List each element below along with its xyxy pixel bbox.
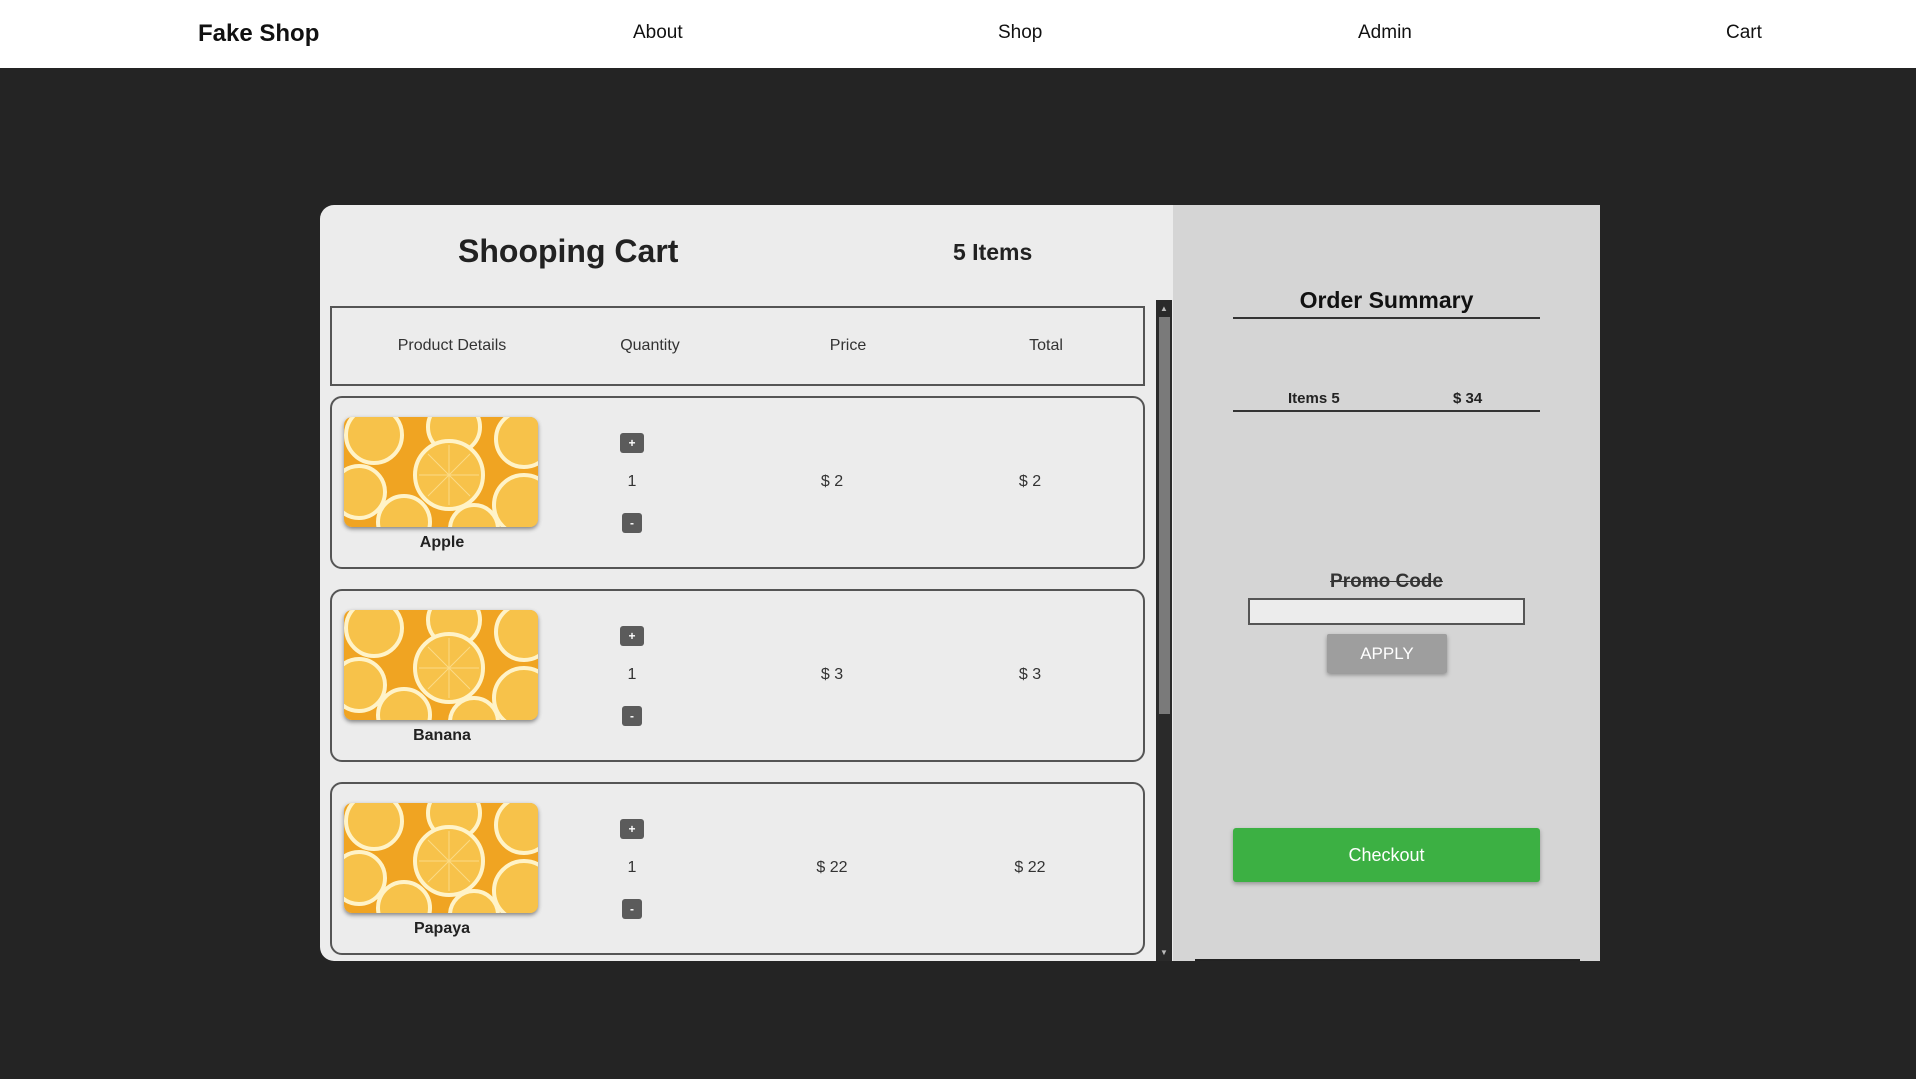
cart-row-papaya: Papaya + 1 - $ 22 $ 22 <box>330 782 1145 955</box>
summary-items-count: Items 5 <box>1288 390 1340 407</box>
item-price: $ 22 <box>816 859 848 876</box>
scroll-up-arrow-icon[interactable]: ▲ <box>1156 302 1172 316</box>
column-header-quantity: Quantity <box>620 337 680 354</box>
promo-code-input[interactable] <box>1248 598 1525 625</box>
column-header-product-details: Product Details <box>397 337 507 354</box>
divider <box>1195 959 1580 961</box>
scrollbar-thumb[interactable] <box>1159 317 1170 714</box>
decrease-quantity-button[interactable]: - <box>622 899 642 919</box>
divider <box>1233 317 1540 319</box>
product-name: Banana <box>413 727 471 744</box>
decrease-quantity-button[interactable]: - <box>622 706 642 726</box>
increase-quantity-button[interactable]: + <box>620 626 644 646</box>
increase-quantity-button[interactable]: + <box>620 433 644 453</box>
orange-slices-image <box>344 417 538 527</box>
quantity-value: 1 <box>627 859 637 876</box>
increase-quantity-button[interactable]: + <box>620 819 644 839</box>
cart-item-count: 5 Items <box>953 239 1033 265</box>
promo-code-label: Promo Code <box>1330 571 1443 592</box>
nav-link-admin[interactable]: Admin <box>1358 22 1412 44</box>
column-header-price: Price <box>829 337 867 354</box>
cart-row-banana: Banana + 1 - $ 3 $ 3 <box>330 589 1145 762</box>
scroll-down-arrow-icon[interactable]: ▼ <box>1156 946 1172 960</box>
shopping-cart-panel: Shooping Cart 5 Items Product Details Qu… <box>320 205 1173 961</box>
quantity-value: 1 <box>627 473 637 490</box>
cart-table-header: Product Details Quantity Price Total <box>330 306 1145 386</box>
checkout-button[interactable]: Checkout <box>1233 828 1540 882</box>
item-price: $ 2 <box>820 473 844 490</box>
column-header-total: Total <box>1029 337 1063 354</box>
product-name: Apple <box>419 534 465 551</box>
nav-link-cart[interactable]: Cart <box>1726 22 1762 44</box>
item-total: $ 2 <box>1018 473 1042 490</box>
apply-promo-button[interactable]: APPLY <box>1327 634 1447 673</box>
orange-slices-image <box>344 610 538 720</box>
summary-total: $ 34 <box>1453 390 1483 407</box>
order-summary-panel: Order Summary Items 5 $ 34 Promo Code AP… <box>1173 205 1600 961</box>
nav-link-about[interactable]: About <box>633 22 683 44</box>
orange-slices-image <box>344 803 538 913</box>
top-nav: Fake Shop About Shop Admin Cart <box>0 0 1916 68</box>
divider <box>1233 410 1540 412</box>
nav-link-shop[interactable]: Shop <box>998 22 1042 44</box>
order-summary-title: Order Summary <box>1299 287 1474 313</box>
product-name: Papaya <box>413 920 471 937</box>
item-total: $ 3 <box>1018 666 1042 683</box>
quantity-value: 1 <box>627 666 637 683</box>
brand-logo-link[interactable]: Fake Shop <box>198 20 319 48</box>
decrease-quantity-button[interactable]: - <box>622 513 642 533</box>
cart-title: Shooping Cart <box>458 233 679 269</box>
item-total: $ 22 <box>1014 859 1046 876</box>
cart-row-apple: Apple + 1 - $ 2 $ 2 <box>330 396 1145 569</box>
item-price: $ 3 <box>820 666 844 683</box>
